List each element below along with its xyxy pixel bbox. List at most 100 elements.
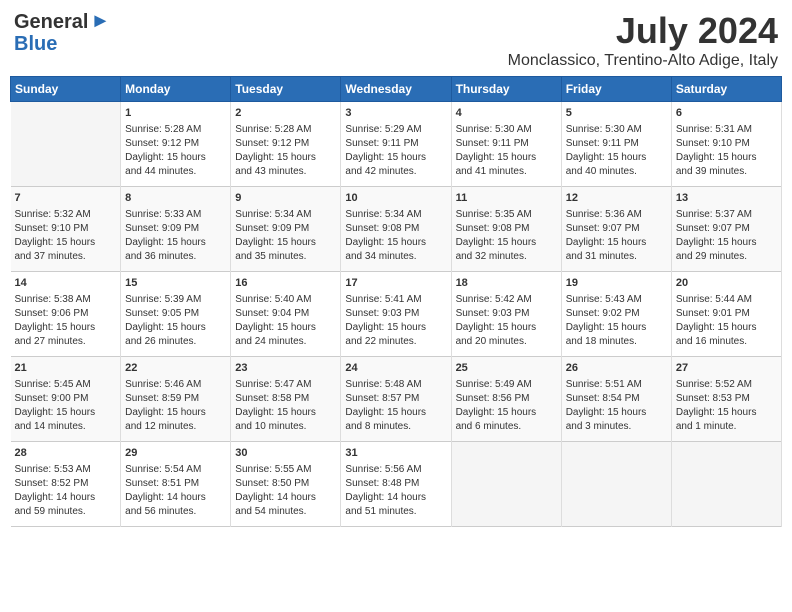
day-info: and 34 minutes. <box>345 250 446 264</box>
day-info: and 37 minutes. <box>15 250 117 264</box>
day-info: Sunrise: 5:30 AM <box>456 123 557 137</box>
day-number: 16 <box>235 276 336 291</box>
day-info: Daylight: 15 hours <box>345 406 446 420</box>
calendar-cell: 1Sunrise: 5:28 AMSunset: 9:12 PMDaylight… <box>121 102 231 187</box>
day-info: Sunrise: 5:43 AM <box>566 293 667 307</box>
day-info: Daylight: 15 hours <box>15 406 117 420</box>
day-info: and 18 minutes. <box>566 335 667 349</box>
weekday-header-row: SundayMondayTuesdayWednesdayThursdayFrid… <box>11 77 782 102</box>
day-info: Sunrise: 5:28 AM <box>125 123 226 137</box>
day-info: Daylight: 15 hours <box>235 236 336 250</box>
calendar-cell: 9Sunrise: 5:34 AMSunset: 9:09 PMDaylight… <box>231 187 341 272</box>
day-info: Sunset: 8:59 PM <box>125 392 226 406</box>
day-number: 20 <box>676 276 777 291</box>
day-info: and 51 minutes. <box>345 505 446 519</box>
day-info: Sunrise: 5:29 AM <box>345 123 446 137</box>
day-number: 13 <box>676 191 777 206</box>
day-info: Daylight: 15 hours <box>15 236 117 250</box>
day-info: Sunrise: 5:28 AM <box>235 123 336 137</box>
weekday-header: Monday <box>121 77 231 102</box>
day-info: Daylight: 15 hours <box>456 321 557 335</box>
weekday-header: Friday <box>561 77 671 102</box>
day-info: and 14 minutes. <box>15 420 117 434</box>
logo-blue-text: Blue <box>14 33 57 56</box>
day-info: Sunset: 8:57 PM <box>345 392 446 406</box>
week-row: 14Sunrise: 5:38 AMSunset: 9:06 PMDayligh… <box>11 272 782 357</box>
day-info: Daylight: 14 hours <box>125 491 226 505</box>
day-info: Sunrise: 5:56 AM <box>345 463 446 477</box>
day-info: Sunset: 9:12 PM <box>235 137 336 151</box>
day-info: and 36 minutes. <box>125 250 226 264</box>
day-info: Daylight: 15 hours <box>676 151 777 165</box>
day-info: Daylight: 15 hours <box>125 406 226 420</box>
day-info: and 59 minutes. <box>15 505 117 519</box>
day-number: 15 <box>125 276 226 291</box>
day-info: and 24 minutes. <box>235 335 336 349</box>
day-info: Sunrise: 5:40 AM <box>235 293 336 307</box>
day-info: Sunrise: 5:37 AM <box>676 208 777 222</box>
day-info: Sunset: 9:01 PM <box>676 307 777 321</box>
day-info: Sunrise: 5:36 AM <box>566 208 667 222</box>
day-info: Daylight: 15 hours <box>125 236 226 250</box>
calendar-cell: 30Sunrise: 5:55 AMSunset: 8:50 PMDayligh… <box>231 442 341 527</box>
day-info: Sunset: 8:58 PM <box>235 392 336 406</box>
day-info: Sunrise: 5:54 AM <box>125 463 226 477</box>
day-info: Sunrise: 5:44 AM <box>676 293 777 307</box>
weekday-header: Thursday <box>451 77 561 102</box>
day-number: 23 <box>235 361 336 376</box>
day-info: Sunrise: 5:34 AM <box>345 208 446 222</box>
day-info: and 10 minutes. <box>235 420 336 434</box>
day-number: 30 <box>235 446 336 461</box>
month-year-title: July 2024 <box>508 10 778 52</box>
day-info: and 29 minutes. <box>676 250 777 264</box>
day-info: Sunset: 9:11 PM <box>566 137 667 151</box>
day-number: 19 <box>566 276 667 291</box>
day-info: Daylight: 15 hours <box>456 236 557 250</box>
calendar-cell: 16Sunrise: 5:40 AMSunset: 9:04 PMDayligh… <box>231 272 341 357</box>
day-number: 18 <box>456 276 557 291</box>
day-info: Daylight: 15 hours <box>345 151 446 165</box>
day-info: Sunrise: 5:31 AM <box>676 123 777 137</box>
day-info: and 20 minutes. <box>456 335 557 349</box>
day-info: Sunset: 8:51 PM <box>125 477 226 491</box>
weekday-header: Saturday <box>671 77 781 102</box>
day-info: and 42 minutes. <box>345 165 446 179</box>
calendar-cell <box>561 442 671 527</box>
day-info: Sunset: 9:12 PM <box>125 137 226 151</box>
calendar-cell <box>11 102 121 187</box>
day-info: and 31 minutes. <box>566 250 667 264</box>
day-number: 29 <box>125 446 226 461</box>
day-info: Sunrise: 5:32 AM <box>15 208 117 222</box>
day-number: 14 <box>15 276 117 291</box>
day-info: Daylight: 15 hours <box>676 406 777 420</box>
day-info: and 6 minutes. <box>456 420 557 434</box>
day-info: Daylight: 15 hours <box>566 151 667 165</box>
day-number: 22 <box>125 361 226 376</box>
calendar-cell: 27Sunrise: 5:52 AMSunset: 8:53 PMDayligh… <box>671 357 781 442</box>
day-number: 25 <box>456 361 557 376</box>
calendar-cell: 4Sunrise: 5:30 AMSunset: 9:11 PMDaylight… <box>451 102 561 187</box>
day-info: Sunset: 8:56 PM <box>456 392 557 406</box>
location-subtitle: Monclassico, Trentino-Alto Adige, Italy <box>508 52 778 70</box>
day-info: Sunrise: 5:41 AM <box>345 293 446 307</box>
day-info: Sunset: 9:10 PM <box>15 222 117 236</box>
day-info: Sunset: 9:09 PM <box>125 222 226 236</box>
day-info: Sunrise: 5:38 AM <box>15 293 117 307</box>
day-info: Sunset: 9:00 PM <box>15 392 117 406</box>
day-info: Daylight: 15 hours <box>345 236 446 250</box>
day-info: and 32 minutes. <box>456 250 557 264</box>
day-info: and 41 minutes. <box>456 165 557 179</box>
calendar-cell: 7Sunrise: 5:32 AMSunset: 9:10 PMDaylight… <box>11 187 121 272</box>
day-info: Sunset: 8:53 PM <box>676 392 777 406</box>
day-info: Sunrise: 5:35 AM <box>456 208 557 222</box>
day-number: 6 <box>676 106 777 121</box>
day-info: Sunrise: 5:47 AM <box>235 378 336 392</box>
day-number: 11 <box>456 191 557 206</box>
day-info: Sunset: 8:50 PM <box>235 477 336 491</box>
day-info: Daylight: 15 hours <box>676 236 777 250</box>
calendar-cell: 25Sunrise: 5:49 AMSunset: 8:56 PMDayligh… <box>451 357 561 442</box>
day-number: 10 <box>345 191 446 206</box>
day-info: Daylight: 14 hours <box>345 491 446 505</box>
day-number: 1 <box>125 106 226 121</box>
day-info: and 43 minutes. <box>235 165 336 179</box>
